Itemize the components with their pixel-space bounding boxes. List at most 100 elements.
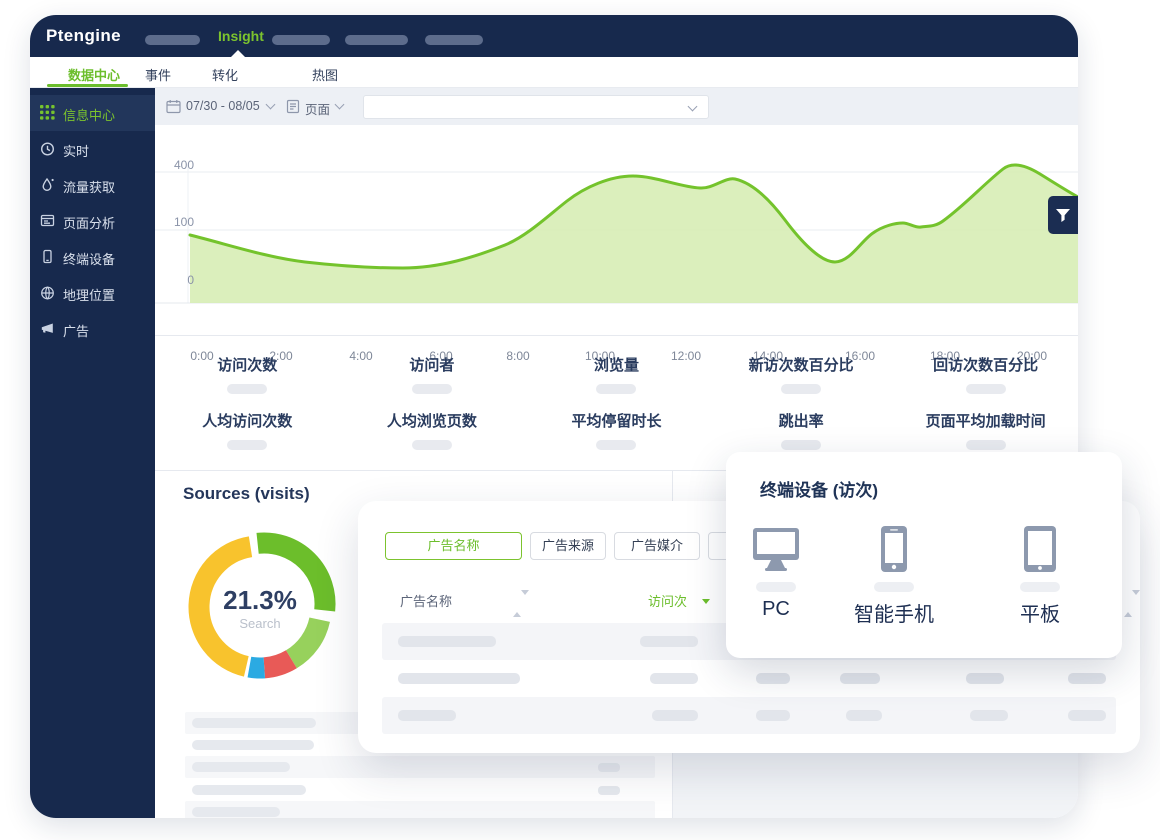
device-card-title: 终端设备 (访次): [760, 476, 878, 501]
page-icon: [40, 213, 55, 228]
ad-filter-button-name[interactable]: 广告名称: [385, 532, 522, 560]
donut-center-caption: Search: [180, 616, 340, 631]
device-label-smartphone: 智能手机: [844, 598, 944, 627]
source-label-placeholder: [192, 762, 290, 772]
sidebar-item-devices[interactable]: 终端设备: [30, 239, 155, 275]
sidebar-item-label: 广告: [63, 321, 89, 340]
cell-placeholder: [1068, 673, 1106, 684]
device-value-placeholder: [756, 582, 796, 592]
cell-placeholder: [398, 673, 520, 684]
page: Ptengine Insight 数据中心 事件 转化 热图 信息中心: [0, 0, 1160, 840]
metric-value-placeholder: [412, 384, 452, 394]
filter-funnel-button[interactable]: [1048, 196, 1078, 234]
y-tick-400: 400: [161, 158, 194, 172]
ad-filter-button-source[interactable]: 广告来源: [530, 532, 606, 560]
megaphone-icon: [40, 321, 55, 336]
cell-placeholder: [840, 673, 880, 684]
column-header-visits[interactable]: 访问次: [648, 591, 687, 610]
metric-value-placeholder: [227, 384, 267, 394]
chevron-down-icon: [266, 100, 276, 110]
tab-data-center[interactable]: 数据中心: [68, 65, 120, 84]
metric-value-placeholder: [227, 440, 267, 450]
background-panel: [673, 753, 1078, 818]
tab-conversion[interactable]: 转化: [212, 65, 238, 84]
nav-menu-placeholder[interactable]: [345, 35, 408, 45]
sidebar-item-geo[interactable]: 地理位置: [30, 275, 155, 311]
metric-pages-per-user[interactable]: 人均浏览页数: [340, 410, 525, 450]
clock-icon: [40, 141, 55, 156]
ptengine-logo: Ptengine: [46, 26, 121, 46]
sidebar-item-label: 地理位置: [63, 285, 115, 304]
sidebar-item-label: 流量获取: [63, 177, 115, 196]
y-tick-100: 100: [161, 215, 194, 229]
source-label-placeholder: [192, 785, 306, 795]
table-row[interactable]: [382, 660, 1116, 697]
table-row[interactable]: [382, 697, 1116, 734]
source-list-item[interactable]: [185, 756, 655, 778]
y-tick-0: 0: [161, 273, 194, 287]
source-label-placeholder: [192, 740, 314, 750]
device-label-pc: PC: [726, 598, 826, 621]
column-header-ad-name[interactable]: 广告名称: [400, 591, 452, 610]
cell-placeholder: [846, 710, 882, 721]
nav-menu-placeholder[interactable]: [272, 35, 330, 45]
cell-placeholder: [640, 636, 698, 647]
chevron-down-icon: [335, 100, 345, 110]
active-tab-underline: [47, 84, 128, 87]
smartphone-icon: [881, 526, 907, 572]
cell-placeholder: [756, 673, 790, 684]
sidebar-item-traffic[interactable]: 流量获取: [30, 167, 155, 203]
sort-icon[interactable]: [513, 595, 521, 613]
metric-value-placeholder: [412, 440, 452, 450]
metric-visits[interactable]: 访问次数: [155, 354, 340, 394]
nav-menu-placeholder[interactable]: [425, 35, 483, 45]
metric-value-placeholder: [966, 440, 1006, 450]
tab-heatmap[interactable]: 热图: [312, 65, 338, 84]
nav-item-insight[interactable]: Insight: [218, 28, 264, 44]
cell-placeholder: [966, 673, 1004, 684]
source-list-item[interactable]: [185, 779, 655, 801]
sidebar-item-page-analysis[interactable]: 页面分析: [30, 203, 155, 239]
metric-visits-per-user[interactable]: 人均访问次数: [155, 410, 340, 450]
metric-value-placeholder: [966, 384, 1006, 394]
funnel-icon: [1055, 208, 1071, 223]
metric-avg-load-time[interactable]: 页面平均加载时间: [893, 410, 1078, 450]
page-filter-select[interactable]: [363, 95, 709, 119]
source-list-item[interactable]: [185, 801, 655, 818]
metric-return-visit-pct[interactable]: 回访次数百分比: [893, 354, 1078, 394]
cell-placeholder: [398, 710, 456, 721]
device-value-placeholder: [874, 582, 914, 592]
metric-new-visit-pct[interactable]: 新访次数百分比: [709, 354, 894, 394]
visits-area-chart: [155, 125, 1078, 340]
cell-placeholder: [1068, 710, 1106, 721]
tab-events[interactable]: 事件: [145, 65, 171, 84]
metric-value-placeholder: [781, 440, 821, 450]
metric-visitors[interactable]: 访问者: [340, 354, 525, 394]
source-label-placeholder: [192, 718, 316, 728]
drop-icon: [40, 177, 55, 192]
sort-desc-icon[interactable]: [702, 599, 710, 604]
sidebar-item-ads[interactable]: 广告: [30, 311, 155, 347]
sort-icon[interactable]: [1124, 595, 1132, 613]
sidebar-item-label: 信息中心: [63, 105, 115, 124]
chevron-down-icon: [688, 102, 698, 112]
active-product-pointer: [231, 50, 245, 57]
divider: [155, 335, 1078, 336]
sidebar-item-info-center[interactable]: 信息中心: [30, 95, 155, 131]
metric-bounce-rate[interactable]: 跳出率: [709, 410, 894, 450]
cell-placeholder: [652, 710, 698, 721]
sidebar-item-realtime[interactable]: 实时: [30, 131, 155, 167]
cell-placeholder: [650, 673, 698, 684]
metric-pageviews[interactable]: 浏览量: [524, 354, 709, 394]
document-icon: [286, 99, 300, 114]
date-range-picker[interactable]: 07/30 - 08/05: [186, 99, 260, 113]
cell-placeholder: [756, 710, 790, 721]
metric-value-placeholder: [781, 384, 821, 394]
device-value-placeholder: [1020, 582, 1060, 592]
nav-menu-placeholder[interactable]: [145, 35, 200, 45]
donut-center-label: 21.3% Search: [180, 527, 340, 687]
cell-placeholder: [970, 710, 1008, 721]
metric-avg-duration[interactable]: 平均停留时长: [524, 410, 709, 450]
ad-filter-button-medium[interactable]: 广告媒介: [614, 532, 700, 560]
dimension-selector[interactable]: 页面: [305, 99, 330, 118]
